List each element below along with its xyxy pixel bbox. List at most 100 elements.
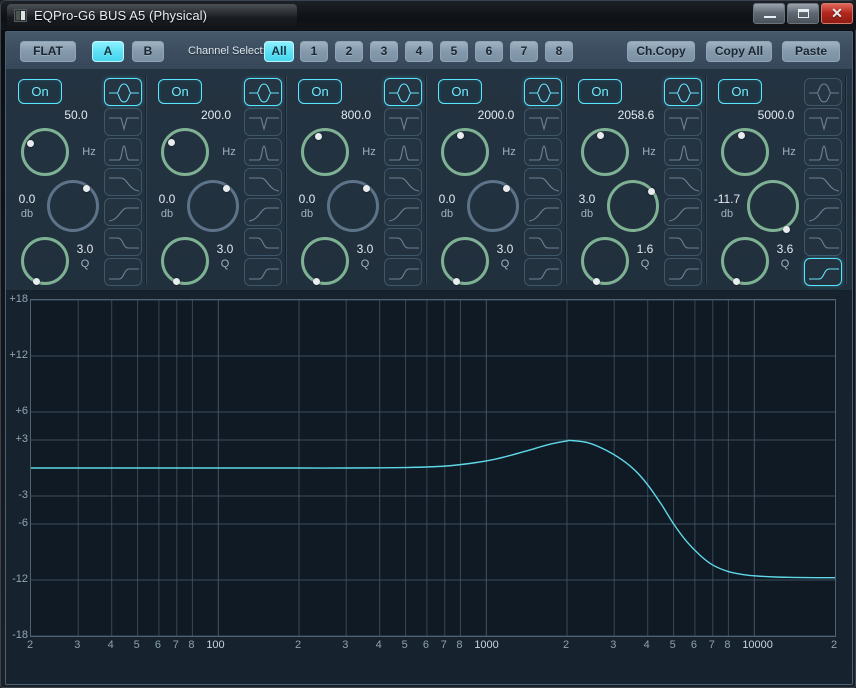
- band-4-q-knob[interactable]: [441, 237, 489, 285]
- band-2-high-pass-icon[interactable]: [244, 198, 282, 226]
- eq-graph-area: +18 +12 +6 +3 -3 -6 -12 -18 2 3 4 5 6 7 8 100 2 3 4 5 6 7 8 10…: [6, 291, 852, 684]
- channel-button-7[interactable]: 7: [510, 41, 538, 62]
- band-2-q-knob[interactable]: [161, 237, 209, 285]
- channel-button-3[interactable]: 3: [370, 41, 398, 62]
- minimize-button[interactable]: [753, 3, 785, 24]
- band-6-gain-knob[interactable]: [747, 180, 799, 233]
- band-1-frequency-knob[interactable]: [21, 128, 69, 176]
- band-4-gain-value: 0.0: [438, 192, 456, 206]
- channel-button-1[interactable]: 1: [300, 41, 328, 62]
- band-6-low-shelf-icon[interactable]: [804, 258, 842, 286]
- band-1-narrow-peak-icon[interactable]: [104, 138, 142, 166]
- plugin-window: EQPro-G6 BUS A5 (Physical) ✕ FLAT A B Ch…: [0, 0, 856, 688]
- band-4-high-pass-icon[interactable]: [524, 198, 562, 226]
- band-3-q-knob[interactable]: [301, 237, 349, 285]
- band-6-bell-icon[interactable]: [804, 78, 842, 106]
- x-axis-tick-label: 4: [107, 639, 114, 651]
- band-3-narrow-peak-icon[interactable]: [384, 138, 422, 166]
- ch-copy-button[interactable]: Ch.Copy: [627, 41, 695, 62]
- band-5-low-shelf-icon[interactable]: [664, 258, 702, 286]
- band-3-bell-icon[interactable]: [384, 78, 422, 106]
- band-5-bell-icon[interactable]: [664, 78, 702, 106]
- band-4-gain-knob[interactable]: [467, 180, 519, 232]
- band-1-gain-knob[interactable]: [47, 180, 99, 232]
- band-5-high-shelf-icon[interactable]: [664, 228, 702, 256]
- maximize-button[interactable]: [787, 3, 819, 24]
- band-1-high-shelf-icon[interactable]: [104, 228, 142, 256]
- band-3-high-shelf-icon[interactable]: [384, 228, 422, 256]
- band-1-low-shelf-icon[interactable]: [104, 258, 142, 286]
- band-1-bell-icon[interactable]: [104, 78, 142, 106]
- paste-button[interactable]: Paste: [782, 41, 840, 62]
- band-6-high-shelf-icon[interactable]: [804, 228, 842, 256]
- band-6-frequency-knob[interactable]: [721, 128, 769, 176]
- band-2-on-button[interactable]: On: [158, 79, 202, 104]
- band-4-frequency-value: 2000.0: [477, 108, 515, 122]
- band-6-low-pass-icon[interactable]: [804, 168, 842, 196]
- band-3-frequency-knob[interactable]: [301, 128, 349, 176]
- band-6-notch-icon[interactable]: [804, 108, 842, 136]
- band-5-high-pass-icon[interactable]: [664, 198, 702, 226]
- band-2-notch-icon[interactable]: [244, 108, 282, 136]
- x-axis-tick-label: 3: [74, 639, 81, 651]
- band-1-notch-icon[interactable]: [104, 108, 142, 136]
- close-button[interactable]: ✕: [821, 3, 853, 24]
- band-2-low-pass-icon[interactable]: [244, 168, 282, 196]
- channel-button-5[interactable]: 5: [440, 41, 468, 62]
- band-3-high-pass-icon[interactable]: [384, 198, 422, 226]
- eq-bands-strip: On 50.0 Hz 0.0 db 3.0 Q On 200.0 Hz 0.0 db 3.0 Q On 800…: [6, 70, 852, 291]
- eq-response-graph[interactable]: [30, 299, 836, 637]
- band-6-q-knob[interactable]: [721, 237, 769, 285]
- band-2-high-shelf-icon[interactable]: [244, 228, 282, 256]
- band-2-low-shelf-icon[interactable]: [244, 258, 282, 286]
- band-5-on-button[interactable]: On: [578, 79, 622, 104]
- band-1-q-knob[interactable]: [21, 237, 69, 285]
- band-1-on-button[interactable]: On: [18, 79, 62, 104]
- knob-indicator: [452, 277, 460, 285]
- band-4-frequency-knob[interactable]: [441, 128, 489, 176]
- band-3-on-button[interactable]: On: [298, 79, 342, 104]
- band-4-on-button[interactable]: On: [438, 79, 482, 104]
- eq-band-3: On 800.0 Hz 0.0 db 3.0 Q: [286, 70, 427, 290]
- band-1-low-pass-icon[interactable]: [104, 168, 142, 196]
- channel-button-4[interactable]: 4: [405, 41, 433, 62]
- band-4-notch-icon[interactable]: [524, 108, 562, 136]
- eq-curve-svg: [31, 300, 835, 636]
- band-2-bell-icon[interactable]: [244, 78, 282, 106]
- channel-button-all[interactable]: All: [264, 41, 294, 62]
- band-2-narrow-peak-icon[interactable]: [244, 138, 282, 166]
- channel-button-2[interactable]: 2: [335, 41, 363, 62]
- band-2-gain-knob[interactable]: [187, 180, 239, 232]
- band-6-narrow-peak-icon[interactable]: [804, 138, 842, 166]
- band-5-notch-icon[interactable]: [664, 108, 702, 136]
- band-3-notch-icon[interactable]: [384, 108, 422, 136]
- x-axis-tick-label: 8: [724, 639, 731, 651]
- band-5-gain-knob[interactable]: [607, 180, 659, 232]
- preset-a-button[interactable]: A: [92, 41, 124, 62]
- band-3-low-pass-icon[interactable]: [384, 168, 422, 196]
- band-4-narrow-peak-icon[interactable]: [524, 138, 562, 166]
- band-1-high-pass-icon[interactable]: [104, 198, 142, 226]
- band-5-low-pass-icon[interactable]: [664, 168, 702, 196]
- knob-indicator: [312, 277, 320, 285]
- copy-all-button[interactable]: Copy All: [706, 41, 772, 62]
- band-5-frequency-knob[interactable]: [581, 128, 629, 176]
- band-3-gain-knob[interactable]: [327, 180, 379, 232]
- channel-button-8[interactable]: 8: [545, 41, 573, 62]
- band-3-low-shelf-icon[interactable]: [384, 258, 422, 286]
- band-5-q-knob[interactable]: [581, 237, 629, 285]
- preset-b-button[interactable]: B: [132, 41, 164, 62]
- band-6-frequency-unit: Hz: [782, 146, 796, 158]
- band-6-on-button[interactable]: On: [718, 79, 762, 104]
- band-4-bell-icon[interactable]: [524, 78, 562, 106]
- band-4-low-shelf-icon[interactable]: [524, 258, 562, 286]
- flat-button[interactable]: FLAT: [20, 41, 76, 62]
- band-4-low-pass-icon[interactable]: [524, 168, 562, 196]
- band-2-frequency-knob[interactable]: [161, 128, 209, 176]
- band-4-high-shelf-icon[interactable]: [524, 228, 562, 256]
- band-5-narrow-peak-icon[interactable]: [664, 138, 702, 166]
- band-6-high-pass-icon[interactable]: [804, 198, 842, 226]
- channel-button-6[interactable]: 6: [475, 41, 503, 62]
- eq-band-4: On 2000.0 Hz 0.0 db 3.0 Q: [426, 70, 567, 290]
- band-5-filter-type-group: [664, 78, 702, 288]
